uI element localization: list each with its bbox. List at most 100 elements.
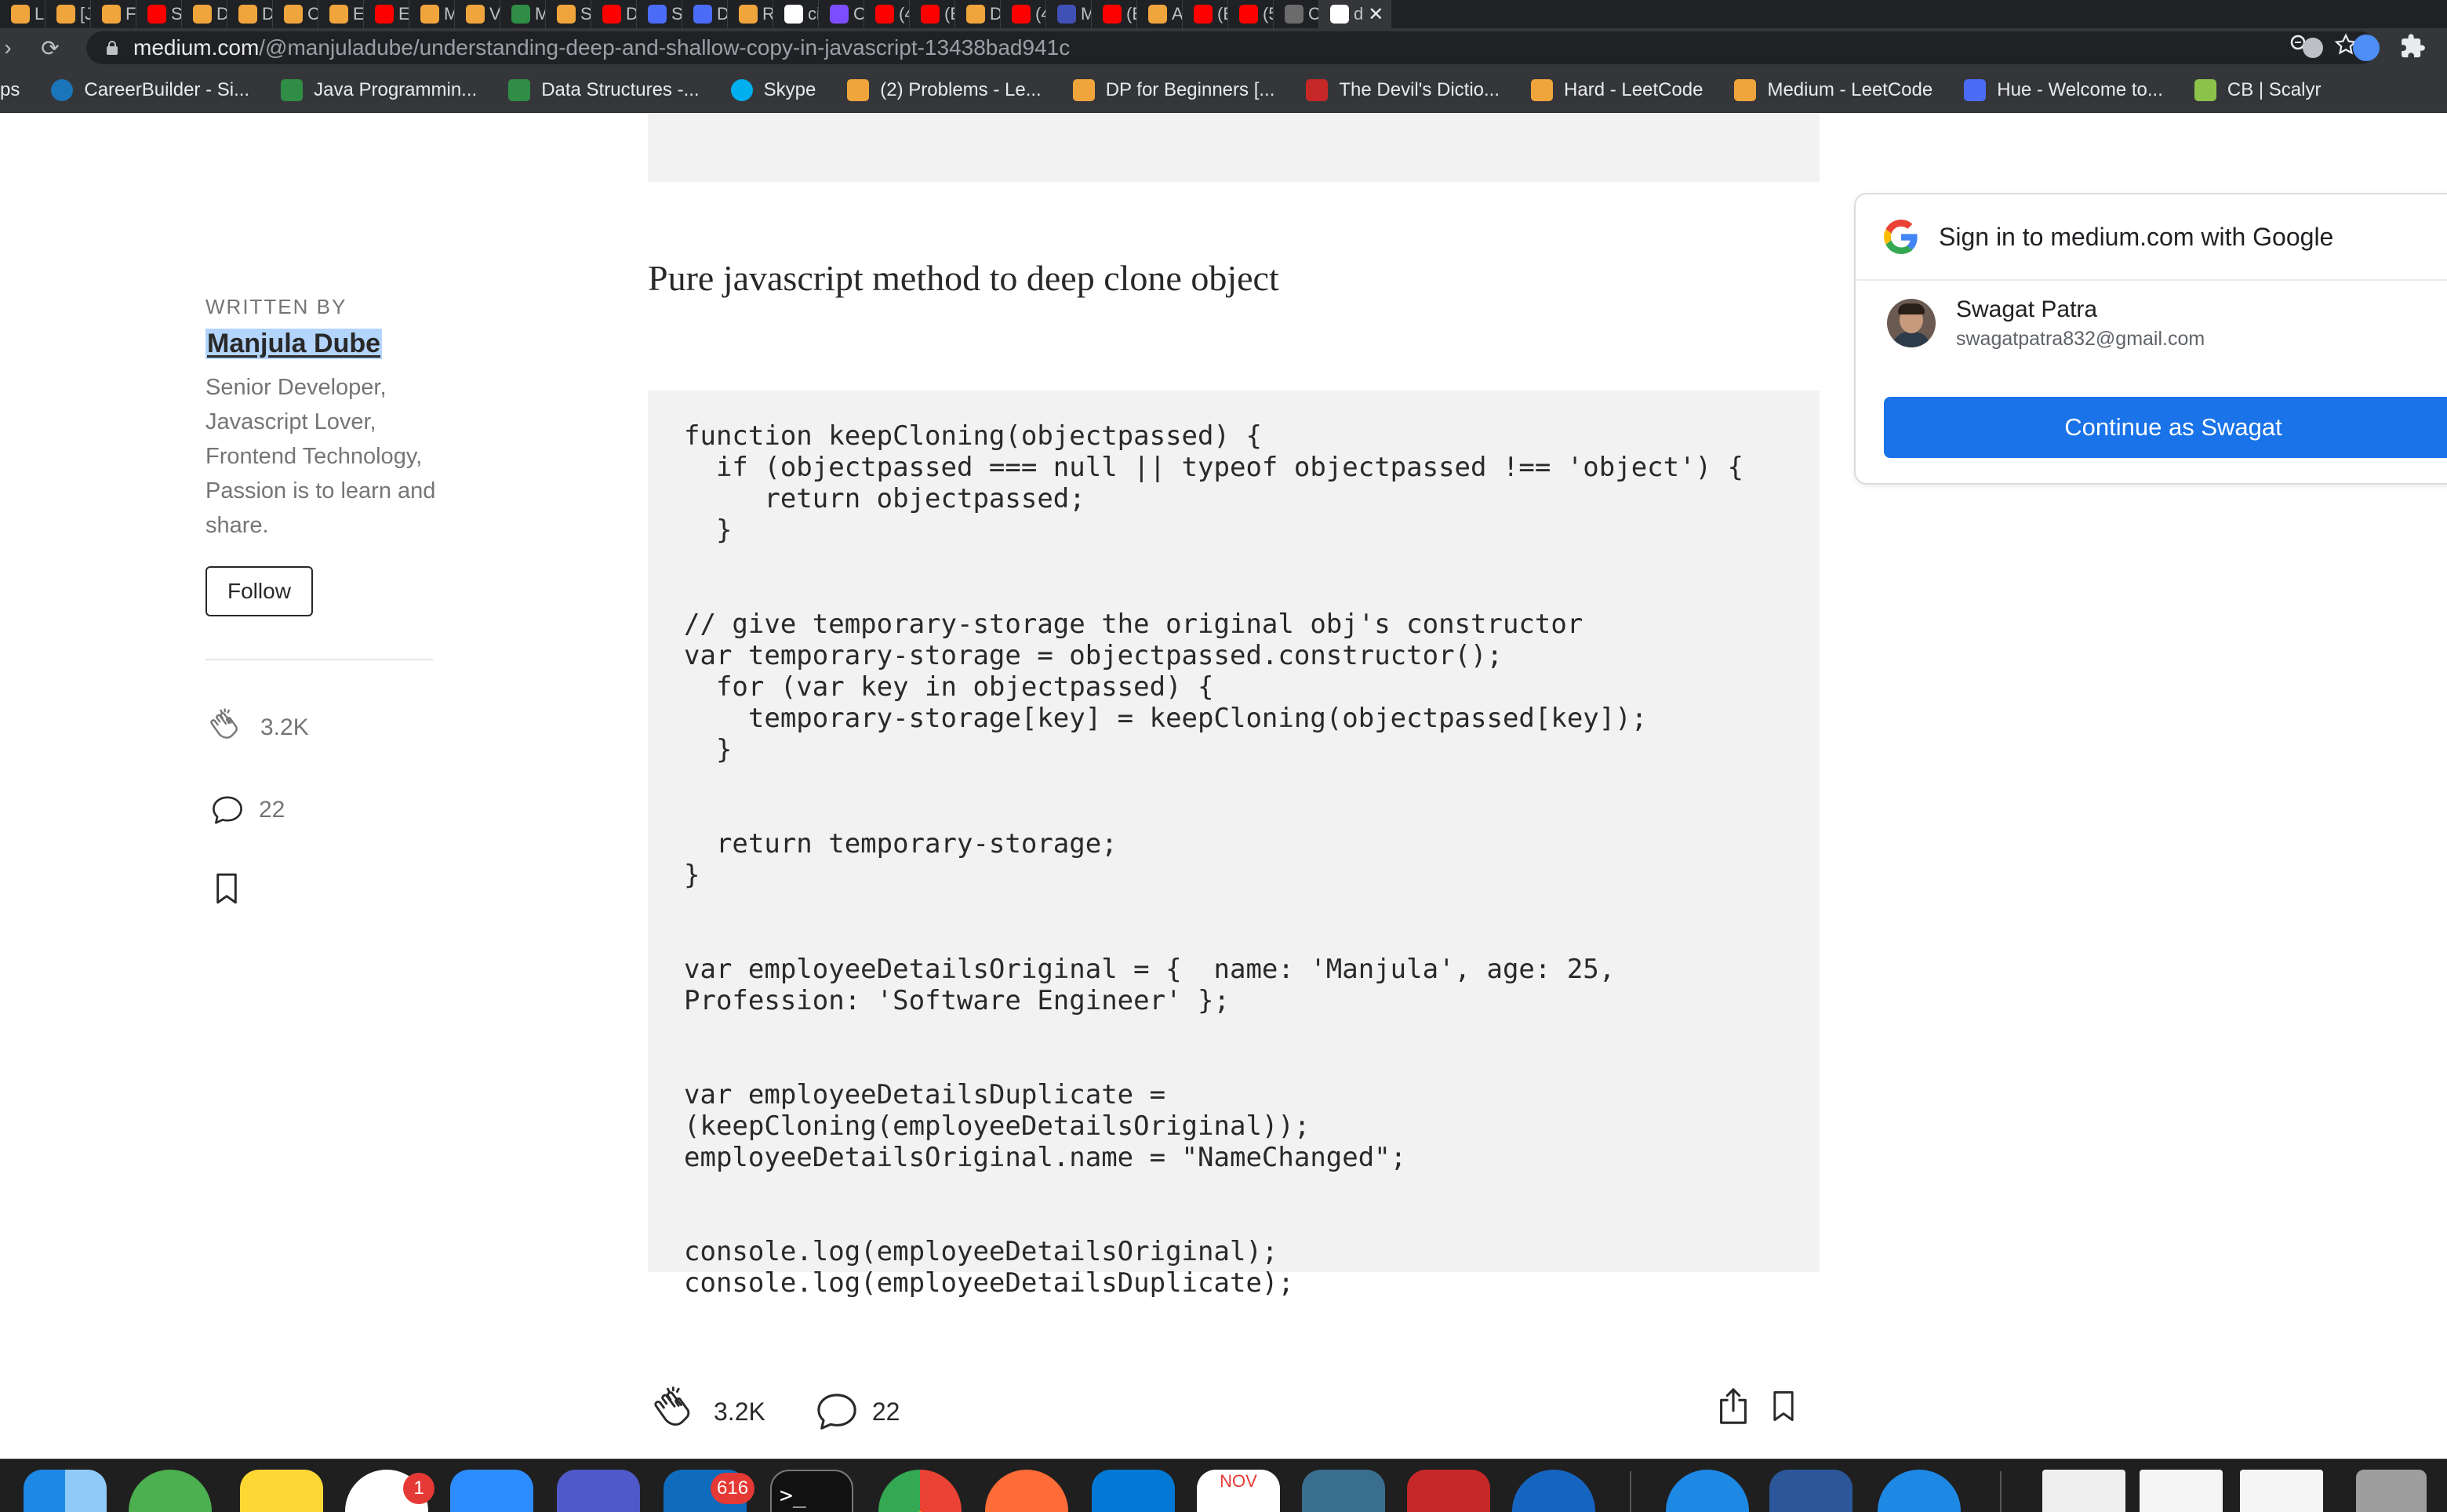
document-thumbnail-icon[interactable] bbox=[2240, 1470, 2323, 1512]
browser-tab[interactable]: Er bbox=[364, 0, 409, 28]
browser-tab[interactable]: C bbox=[819, 0, 864, 28]
puzzle-icon[interactable] bbox=[2400, 33, 2431, 64]
finder-icon[interactable] bbox=[24, 1470, 107, 1512]
browser-tab[interactable]: (E bbox=[910, 0, 955, 28]
browser-tab[interactable]: ci bbox=[773, 0, 819, 28]
footer-response-count: 22 bbox=[871, 1397, 900, 1426]
postman-icon[interactable] bbox=[985, 1470, 1068, 1512]
sidebar-response-stat: 22 bbox=[205, 794, 441, 827]
bookmark-item[interactable]: The Devil's Dictio... bbox=[1290, 78, 1515, 101]
browser-tab[interactable]: Si bbox=[546, 0, 591, 28]
browser-tab[interactable]: A bbox=[1137, 0, 1183, 28]
comment-bubble-icon[interactable] bbox=[210, 794, 245, 827]
tab-favicon-icon bbox=[1194, 5, 1213, 24]
zoom-app-icon[interactable] bbox=[450, 1470, 533, 1512]
browser-tab[interactable]: Ri bbox=[728, 0, 773, 28]
document-thumbnail-icon[interactable] bbox=[2140, 1470, 2223, 1512]
article-footer-actions: 3.2K 22 bbox=[648, 1380, 1820, 1443]
browser-tab[interactable]: Fi bbox=[91, 0, 136, 28]
tab-label: M bbox=[535, 4, 545, 24]
bookmark-item[interactable]: Skype bbox=[715, 78, 832, 101]
browser-tab[interactable]: D bbox=[182, 0, 227, 28]
clap-icon[interactable] bbox=[205, 707, 246, 748]
safari-compass-icon[interactable] bbox=[129, 1470, 212, 1512]
bookmark-icon[interactable] bbox=[213, 872, 240, 905]
teams-icon[interactable] bbox=[557, 1470, 640, 1512]
browser-tab[interactable]: C bbox=[273, 0, 318, 28]
vscode-icon[interactable] bbox=[1092, 1470, 1175, 1512]
browser-tab[interactable]: (4 bbox=[864, 0, 910, 28]
devils-dictionary-icon bbox=[1306, 78, 1329, 101]
browser-tab[interactable]: M bbox=[409, 0, 455, 28]
browser-toolbar: › ⟳ medium.com/@manjuladube/understandin… bbox=[0, 28, 2447, 67]
bookmark-item[interactable]: Data Structures -... bbox=[493, 78, 714, 101]
address-bar[interactable]: medium.com/@manjuladube/understanding-de… bbox=[86, 31, 2376, 64]
tab-favicon-icon bbox=[784, 5, 803, 24]
browser-tab[interactable]: M bbox=[1046, 0, 1092, 28]
back-icon[interactable]: › bbox=[0, 32, 16, 64]
browser-tab[interactable]: d ✕ bbox=[1319, 0, 1391, 28]
browser-tab[interactable]: [J bbox=[45, 0, 91, 28]
continue-as-button[interactable]: Continue as Swagat bbox=[1884, 397, 2447, 458]
browser-tab[interactable]: D bbox=[682, 0, 728, 28]
tab-close-icon[interactable]: ✕ bbox=[1368, 3, 1383, 26]
extension-icon[interactable] bbox=[2353, 35, 2380, 61]
footer-clap-count: 3.2K bbox=[714, 1397, 765, 1426]
bookmark-item[interactable]: Java Programmin... bbox=[265, 78, 493, 101]
mysql-workbench-icon[interactable] bbox=[1302, 1470, 1385, 1512]
comment-bubble-icon[interactable] bbox=[814, 1390, 860, 1433]
bookmark-item[interactable]: (2) Problems - Le... bbox=[831, 78, 1056, 101]
bookmark-item[interactable]: CareerBuilder - Si... bbox=[35, 78, 265, 101]
bookmark-item[interactable]: Hard - LeetCode bbox=[1515, 78, 1718, 101]
lock-icon[interactable] bbox=[107, 41, 118, 55]
code-block: function keepCloning(objectpassed) { if … bbox=[648, 391, 1820, 1299]
reload-icon[interactable]: ⟳ bbox=[35, 32, 66, 64]
browser-tab[interactable]: (E bbox=[1183, 0, 1228, 28]
browser-tab[interactable]: D bbox=[591, 0, 637, 28]
trash-icon[interactable] bbox=[2356, 1470, 2427, 1512]
tab-favicon-icon bbox=[648, 5, 667, 24]
account-email: swagatpatra832@gmail.com bbox=[1956, 327, 2205, 350]
browser-tab[interactable]: D bbox=[227, 0, 273, 28]
app-icon[interactable] bbox=[1512, 1470, 1595, 1512]
browser-tab[interactable]: LI bbox=[0, 0, 45, 28]
tab-label: (E bbox=[1217, 4, 1227, 24]
google-account-row[interactable]: Swagat Patra swagatpatra832@gmail.com bbox=[1856, 281, 2447, 365]
browser-tab[interactable]: St bbox=[136, 0, 182, 28]
bookmark-item[interactable]: ps bbox=[0, 79, 35, 101]
browser-tab[interactable]: (E bbox=[1092, 0, 1137, 28]
notes-icon[interactable] bbox=[240, 1470, 323, 1512]
browser-tab[interactable]: C bbox=[1274, 0, 1319, 28]
app-icon[interactable] bbox=[1407, 1470, 1490, 1512]
extension-icon[interactable] bbox=[2303, 38, 2323, 58]
medium-article-page: WRITTEN BY Manjula Dube Senior Developer… bbox=[0, 113, 2447, 1459]
share-icon[interactable] bbox=[1716, 1387, 1751, 1426]
leetcode-icon bbox=[1734, 78, 1757, 101]
bookmark-item[interactable]: DP for Beginners [... bbox=[1057, 78, 1291, 101]
bookmark-icon[interactable] bbox=[1771, 1390, 1796, 1423]
terminal-icon[interactable]: >_ bbox=[770, 1470, 853, 1512]
browser-tab[interactable]: Si bbox=[637, 0, 682, 28]
tab-favicon-icon bbox=[1103, 5, 1122, 24]
follow-button[interactable]: Follow bbox=[205, 566, 313, 616]
app-icon[interactable] bbox=[1666, 1470, 1749, 1512]
tab-favicon-icon bbox=[329, 5, 348, 24]
safari-icon[interactable] bbox=[1878, 1470, 1961, 1512]
word-icon[interactable] bbox=[1769, 1470, 1853, 1512]
browser-tab[interactable]: (5 bbox=[1228, 0, 1274, 28]
bookmark-item[interactable]: CB | Scalyr bbox=[2179, 78, 2337, 101]
browser-tab[interactable]: Er bbox=[318, 0, 364, 28]
calendar-icon[interactable]: NOV bbox=[1197, 1470, 1280, 1512]
browser-tab[interactable]: (4 bbox=[1001, 0, 1046, 28]
clap-icon[interactable] bbox=[648, 1385, 701, 1438]
tab-favicon-icon bbox=[1148, 5, 1167, 24]
browser-tab[interactable]: Vi bbox=[455, 0, 500, 28]
document-thumbnail-icon[interactable] bbox=[2042, 1470, 2125, 1512]
bookmark-item[interactable]: Hue - Welcome to... bbox=[1948, 78, 2179, 101]
tab-label: C bbox=[307, 4, 318, 24]
browser-tab[interactable]: M bbox=[500, 0, 546, 28]
author-name-link[interactable]: Manjula Dube bbox=[205, 329, 383, 359]
bookmark-item[interactable]: Medium - LeetCode bbox=[1718, 78, 1948, 101]
chrome-icon[interactable] bbox=[878, 1470, 962, 1512]
browser-tab[interactable]: D bbox=[955, 0, 1001, 28]
